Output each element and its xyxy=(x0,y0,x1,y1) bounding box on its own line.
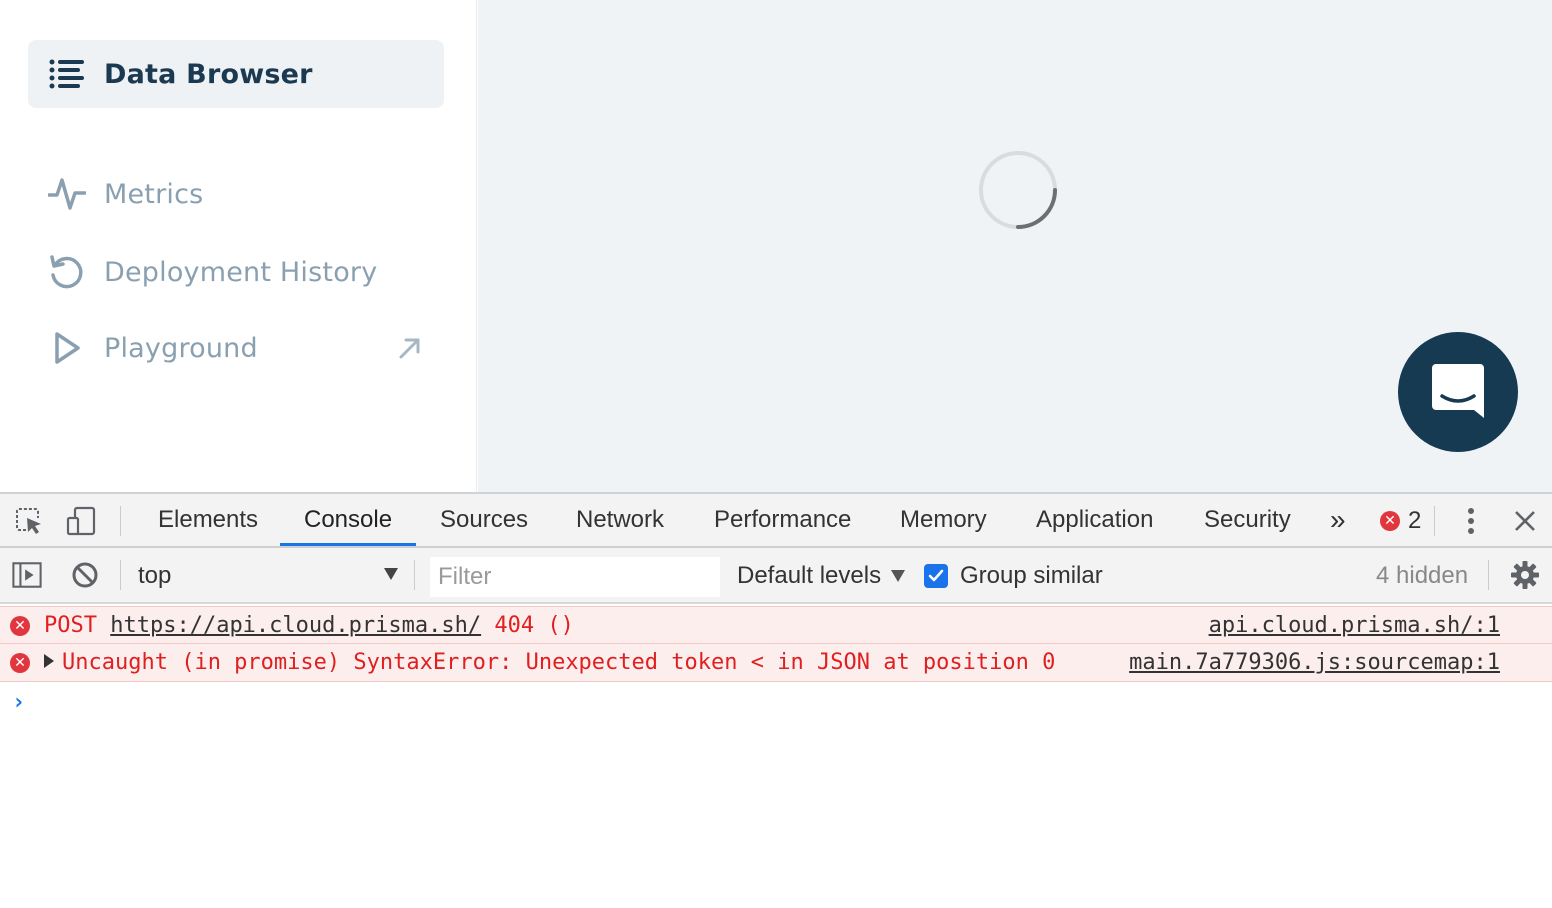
error-count-value: 2 xyxy=(1408,507,1422,534)
error-icon: ✕ xyxy=(10,616,30,636)
activity-icon xyxy=(48,175,86,213)
loading-spinner-icon xyxy=(978,150,1058,230)
tab-console[interactable]: Console xyxy=(280,494,417,546)
source-link[interactable]: main.7a779306.js:sourcemap:1 xyxy=(1129,644,1500,682)
tab-elements[interactable]: Elements xyxy=(134,494,282,546)
group-similar-label: Group similar xyxy=(960,562,1103,589)
more-tabs-button[interactable]: » xyxy=(1306,494,1370,546)
group-similar-checkbox[interactable]: Group similar xyxy=(924,558,1103,594)
devtools-panel: Elements Console Sources Network Perform… xyxy=(0,492,1552,908)
toolbar-divider xyxy=(1488,560,1489,590)
message-text: POST https://api.cloud.prisma.sh/ 404 () xyxy=(44,613,574,638)
prompt-chevron-icon: › xyxy=(12,690,26,715)
tab-application[interactable]: Application xyxy=(1012,494,1177,546)
checkmark-icon xyxy=(924,564,948,588)
error-icon: ✕ xyxy=(10,653,30,673)
history-icon xyxy=(48,253,86,291)
log-levels-label: Default levels xyxy=(737,562,882,589)
device-toolbar-icon[interactable] xyxy=(66,506,96,536)
sidebar-item-label: Metrics xyxy=(104,178,204,210)
clear-console-icon[interactable] xyxy=(70,560,100,590)
context-value: top xyxy=(138,562,172,589)
sidebar-item-label: Deployment History xyxy=(104,256,378,288)
chat-launcher-button[interactable] xyxy=(1398,332,1518,452)
console-prompt[interactable]: › xyxy=(0,682,1552,722)
close-icon[interactable] xyxy=(1510,506,1540,536)
tab-security[interactable]: Security xyxy=(1180,494,1315,546)
tab-sources[interactable]: Sources xyxy=(416,494,552,546)
toolbar-divider xyxy=(414,560,415,590)
filter-input[interactable] xyxy=(430,557,720,597)
tab-performance[interactable]: Performance xyxy=(690,494,875,546)
main-content xyxy=(478,0,1552,492)
inspect-element-icon[interactable] xyxy=(14,506,44,536)
kebab-menu-icon[interactable] xyxy=(1456,506,1486,536)
console-toolbar: top Default levels Group similar 4 hidde… xyxy=(0,548,1552,604)
play-icon xyxy=(48,329,86,367)
app-window: Data Browser Metrics Deployment History xyxy=(0,0,1552,492)
chat-bubble-icon xyxy=(1428,360,1488,424)
sidebar-item-data-browser[interactable]: Data Browser xyxy=(28,40,444,108)
chevron-down-icon xyxy=(384,568,398,580)
devtools-tabbar: Elements Console Sources Network Perform… xyxy=(0,494,1552,548)
toolbar-divider xyxy=(120,506,121,536)
sidebar-item-metrics[interactable]: Metrics xyxy=(28,160,444,228)
sidebar-item-deployment-history[interactable]: Deployment History xyxy=(28,238,444,306)
sidebar-item-playground[interactable]: Playground xyxy=(28,314,444,382)
error-icon: ✕ xyxy=(1380,511,1400,531)
sidebar: Data Browser Metrics Deployment History xyxy=(0,0,477,492)
source-link[interactable]: api.cloud.prisma.sh/:1 xyxy=(1209,607,1500,645)
sidebar-item-label: Playground xyxy=(104,332,258,364)
sidebar-item-label: Data Browser xyxy=(104,58,313,90)
show-sidebar-icon[interactable] xyxy=(12,560,42,590)
gear-icon[interactable] xyxy=(1510,560,1540,590)
external-link-icon xyxy=(398,336,422,360)
toolbar-divider xyxy=(1434,506,1435,536)
hidden-messages-count: 4 hidden xyxy=(1376,562,1469,589)
request-url-link[interactable]: https://api.cloud.prisma.sh/ xyxy=(110,613,481,638)
list-icon xyxy=(48,55,86,93)
log-levels-dropdown[interactable]: Default levels xyxy=(737,558,906,594)
toolbar-divider xyxy=(120,560,121,590)
console-message: ✕ POST https://api.cloud.prisma.sh/ 404 … xyxy=(0,606,1552,644)
message-text: Uncaught (in promise) SyntaxError: Unexp… xyxy=(44,644,1055,682)
tab-memory[interactable]: Memory xyxy=(876,494,1011,546)
error-counter[interactable]: ✕ 2 xyxy=(1380,506,1421,536)
console-log: ✕ POST https://api.cloud.prisma.sh/ 404 … xyxy=(0,606,1552,722)
expand-triangle-icon[interactable] xyxy=(44,654,54,668)
console-message[interactable]: ✕ Uncaught (in promise) SyntaxError: Une… xyxy=(0,644,1552,682)
context-selector[interactable]: top xyxy=(126,558,406,594)
tab-network[interactable]: Network xyxy=(552,494,688,546)
chevron-down-icon xyxy=(891,570,906,582)
